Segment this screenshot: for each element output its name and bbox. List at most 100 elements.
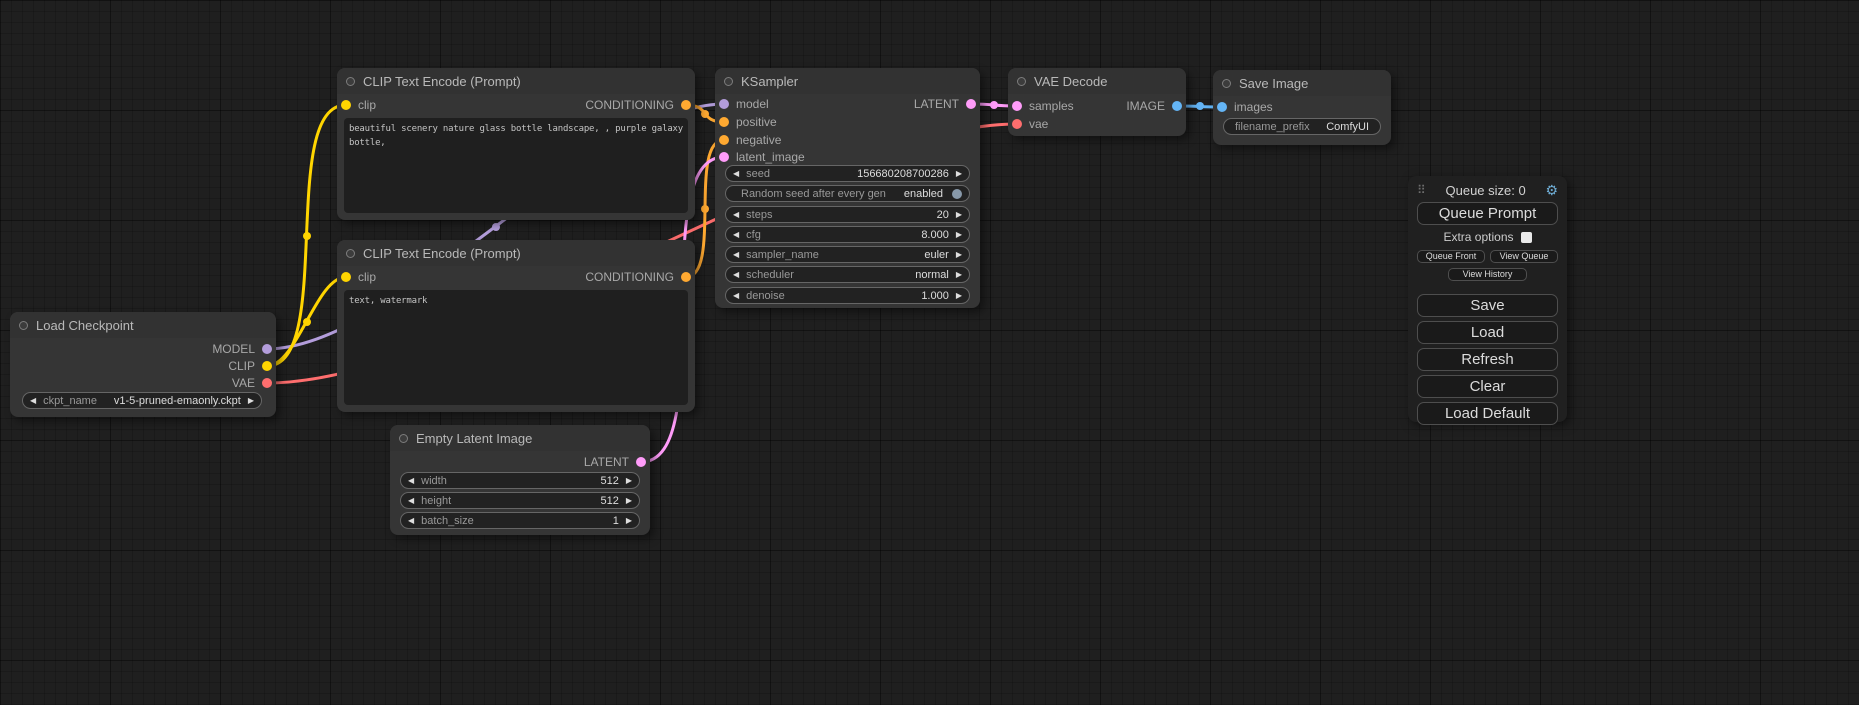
node-title-bar[interactable]: Empty Latent Image [390, 425, 650, 451]
queue-prompt-button[interactable]: Queue Prompt [1417, 202, 1558, 225]
input-dot-model[interactable] [719, 99, 729, 109]
increment-arrow-icon[interactable]: ▶ [956, 170, 962, 178]
widget-denoise[interactable]: ◀ denoise 1.000 ▶ [725, 287, 970, 304]
output-dot-conditioning[interactable] [681, 100, 691, 110]
node-ksampler[interactable]: KSampler model LATENT positive negative … [715, 68, 980, 308]
output-dot-image[interactable] [1172, 101, 1182, 111]
link-midpoint-dot [701, 205, 709, 213]
wire-clip-to-positive-prompt [267, 105, 346, 366]
view-queue-button[interactable]: View Queue [1490, 250, 1558, 263]
input-dot-negative[interactable] [719, 135, 729, 145]
decrement-arrow-icon[interactable]: ◀ [408, 497, 414, 505]
increment-arrow-icon[interactable]: ▶ [956, 231, 962, 239]
increment-arrow-icon[interactable]: ▶ [248, 397, 254, 405]
increment-arrow-icon[interactable]: ▶ [626, 477, 632, 485]
node-title-bar[interactable]: CLIP Text Encode (Prompt) [337, 68, 695, 94]
output-slot-clip: CLIP [10, 358, 276, 374]
collapse-toggle-icon[interactable] [724, 77, 733, 86]
negative-prompt-textarea[interactable]: text, watermark [344, 290, 688, 405]
graph-canvas[interactable]: { "colors": { "model": "#B39DDB", "clip"… [0, 0, 1859, 705]
input-dot-samples[interactable] [1012, 101, 1022, 111]
link-midpoint-dot [492, 223, 500, 231]
decrement-arrow-icon[interactable]: ◀ [30, 397, 36, 405]
input-slot-positive: positive [715, 114, 980, 130]
widget-steps[interactable]: ◀ steps 20 ▶ [725, 206, 970, 223]
collapse-toggle-icon[interactable] [399, 434, 408, 443]
toggle-knob-icon[interactable] [952, 189, 962, 199]
node-empty-latent-image[interactable]: Empty Latent Image LATENT ◀ width 512 ▶ … [390, 425, 650, 535]
link-midpoint-dot [303, 318, 311, 326]
node-clip-text-encode-negative[interactable]: CLIP Text Encode (Prompt) clip CONDITION… [337, 240, 695, 412]
save-button[interactable]: Save [1417, 294, 1558, 317]
node-vae-decode[interactable]: VAE Decode samples IMAGE vae [1008, 68, 1186, 136]
input-dot-clip[interactable] [341, 100, 351, 110]
node-title: KSampler [741, 74, 798, 89]
drag-handle-icon[interactable]: ⠿ [1417, 183, 1426, 197]
collapse-toggle-icon[interactable] [346, 77, 355, 86]
output-dot-latent[interactable] [636, 457, 646, 467]
increment-arrow-icon[interactable]: ▶ [956, 211, 962, 219]
positive-prompt-textarea[interactable]: beautiful scenery nature glass bottle la… [344, 118, 688, 213]
collapse-toggle-icon[interactable] [346, 249, 355, 258]
widget-batch-size[interactable]: ◀ batch_size 1 ▶ [400, 512, 640, 529]
increment-arrow-icon[interactable]: ▶ [626, 497, 632, 505]
widget-random-seed-toggle[interactable]: Random seed after every gen enabled [725, 185, 970, 202]
decrement-arrow-icon[interactable]: ◀ [733, 231, 739, 239]
node-save-image[interactable]: Save Image images filename_prefix ComfyU… [1213, 70, 1391, 145]
node-title-bar[interactable]: VAE Decode [1008, 68, 1186, 94]
input-dot-clip[interactable] [341, 272, 351, 282]
output-dot-vae[interactable] [262, 378, 272, 388]
input-dot-positive[interactable] [719, 117, 729, 127]
widget-height[interactable]: ◀ height 512 ▶ [400, 492, 640, 509]
slot-row: samples IMAGE [1008, 98, 1186, 114]
output-dot-model[interactable] [262, 344, 272, 354]
output-slot-latent: LATENT [390, 454, 650, 470]
node-title-bar[interactable]: CLIP Text Encode (Prompt) [337, 240, 695, 266]
decrement-arrow-icon[interactable]: ◀ [733, 170, 739, 178]
widget-scheduler[interactable]: ◀ scheduler normal ▶ [725, 266, 970, 283]
output-slot-model: MODEL [10, 341, 276, 357]
output-dot-clip[interactable] [262, 361, 272, 371]
decrement-arrow-icon[interactable]: ◀ [408, 477, 414, 485]
decrement-arrow-icon[interactable]: ◀ [733, 271, 739, 279]
extra-options-checkbox[interactable] [1521, 232, 1532, 243]
refresh-button[interactable]: Refresh [1417, 348, 1558, 371]
decrement-arrow-icon[interactable]: ◀ [733, 211, 739, 219]
decrement-arrow-icon[interactable]: ◀ [733, 292, 739, 300]
widget-cfg[interactable]: ◀ cfg 8.000 ▶ [725, 226, 970, 243]
widget-filename-prefix[interactable]: filename_prefix ComfyUI [1223, 118, 1381, 135]
increment-arrow-icon[interactable]: ▶ [626, 517, 632, 525]
input-dot-latent-image[interactable] [719, 152, 729, 162]
queue-front-button[interactable]: Queue Front [1417, 250, 1485, 263]
load-button[interactable]: Load [1417, 321, 1558, 344]
view-history-button[interactable]: View History [1448, 268, 1527, 281]
node-title: CLIP Text Encode (Prompt) [363, 246, 521, 261]
node-title-bar[interactable]: Load Checkpoint [10, 312, 276, 338]
gear-icon[interactable]: ⚙ [1545, 182, 1558, 199]
node-clip-text-encode-positive[interactable]: CLIP Text Encode (Prompt) clip CONDITION… [337, 68, 695, 220]
increment-arrow-icon[interactable]: ▶ [956, 271, 962, 279]
node-title-bar[interactable]: KSampler [715, 68, 980, 94]
widget-seed[interactable]: ◀ seed 156680208700286 ▶ [725, 165, 970, 182]
collapse-toggle-icon[interactable] [1017, 77, 1026, 86]
decrement-arrow-icon[interactable]: ◀ [733, 251, 739, 259]
increment-arrow-icon[interactable]: ▶ [956, 251, 962, 259]
collapse-toggle-icon[interactable] [19, 321, 28, 330]
input-dot-vae[interactable] [1012, 119, 1022, 129]
decrement-arrow-icon[interactable]: ◀ [408, 517, 414, 525]
history-row: View History [1417, 268, 1558, 281]
clear-button[interactable]: Clear [1417, 375, 1558, 398]
slot-row: clip CONDITIONING [337, 269, 695, 285]
node-title-bar[interactable]: Save Image [1213, 70, 1391, 96]
output-dot-latent[interactable] [966, 99, 976, 109]
widget-ckpt-name[interactable]: ◀ ckpt_name v1-5-pruned-emaonly.ckpt ▶ [22, 392, 262, 409]
increment-arrow-icon[interactable]: ▶ [956, 292, 962, 300]
input-dot-images[interactable] [1217, 102, 1227, 112]
output-dot-conditioning[interactable] [681, 272, 691, 282]
load-default-button[interactable]: Load Default [1417, 402, 1558, 425]
widget-sampler-name[interactable]: ◀ sampler_name euler ▶ [725, 246, 970, 263]
collapse-toggle-icon[interactable] [1222, 79, 1231, 88]
node-load-checkpoint[interactable]: Load Checkpoint MODEL CLIP VAE ◀ ckpt_na… [10, 312, 276, 417]
widget-width[interactable]: ◀ width 512 ▶ [400, 472, 640, 489]
input-slot-latent-image: latent_image [715, 149, 980, 165]
